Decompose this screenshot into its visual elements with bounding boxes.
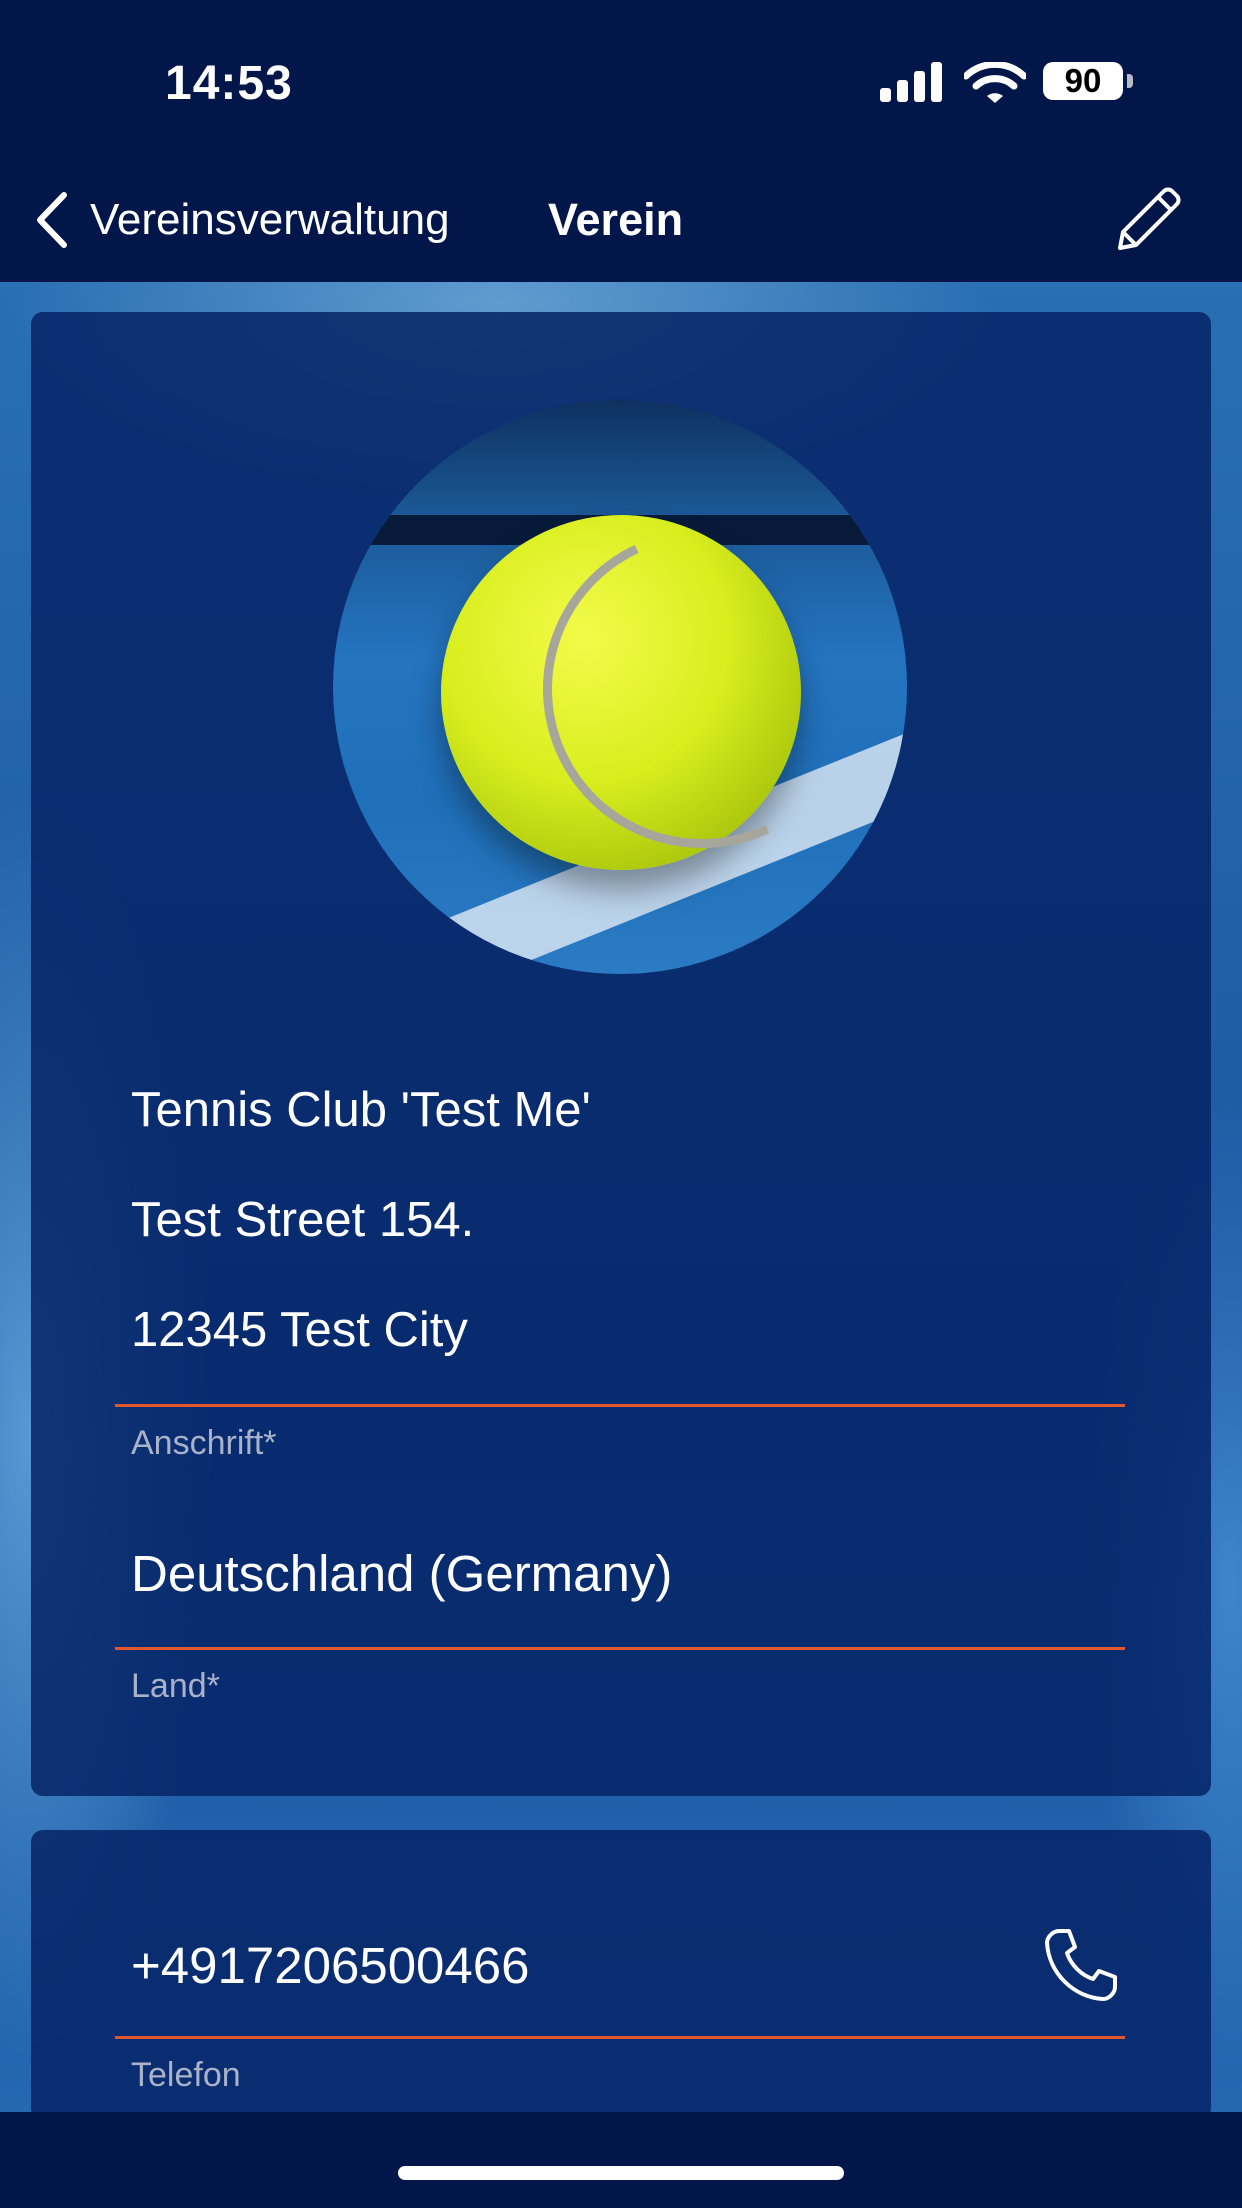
phone-underline [115, 2036, 1125, 2039]
club-address-card: Tennis Club 'Test Me' Test Street 154. 1… [31, 312, 1211, 1796]
chevron-left-icon [37, 192, 67, 248]
navigation-bar: Vereinsverwaltung Verein [0, 170, 1242, 270]
country-field[interactable]: Deutschland (Germany) [131, 1544, 672, 1603]
back-button-label: Vereinsverwaltung [90, 195, 450, 244]
address-label: Anschrift* [131, 1424, 277, 1462]
address-line-name[interactable]: Tennis Club 'Test Me' [131, 1082, 591, 1138]
back-button[interactable]: Vereinsverwaltung [34, 188, 450, 252]
address-line-city[interactable]: 12345 Test City [131, 1302, 468, 1358]
pencil-icon[interactable] [1108, 180, 1188, 260]
address-line-street[interactable]: Test Street 154. [131, 1192, 474, 1248]
address-underline [115, 1404, 1125, 1407]
phone-icon[interactable] [1041, 1925, 1121, 2005]
bottom-bar [0, 2112, 1242, 2208]
club-logo[interactable] [333, 400, 907, 974]
phone-field[interactable]: +4917206500466 [131, 1936, 530, 1995]
phone-label: Telefon [131, 2056, 241, 2094]
battery-icon: 90 [1043, 62, 1123, 100]
battery-nub [1127, 74, 1133, 88]
page-title: Verein [548, 194, 684, 245]
wifi-icon [964, 62, 1026, 103]
signal-icon [880, 58, 944, 106]
status-icons: 90 [880, 58, 1180, 106]
club-contact-card: +4917206500466 Telefon [31, 1830, 1211, 2120]
home-indicator[interactable] [398, 2166, 844, 2180]
status-time: 14:53 [165, 57, 293, 110]
country-underline [115, 1647, 1125, 1650]
country-label: Land* [131, 1667, 220, 1705]
